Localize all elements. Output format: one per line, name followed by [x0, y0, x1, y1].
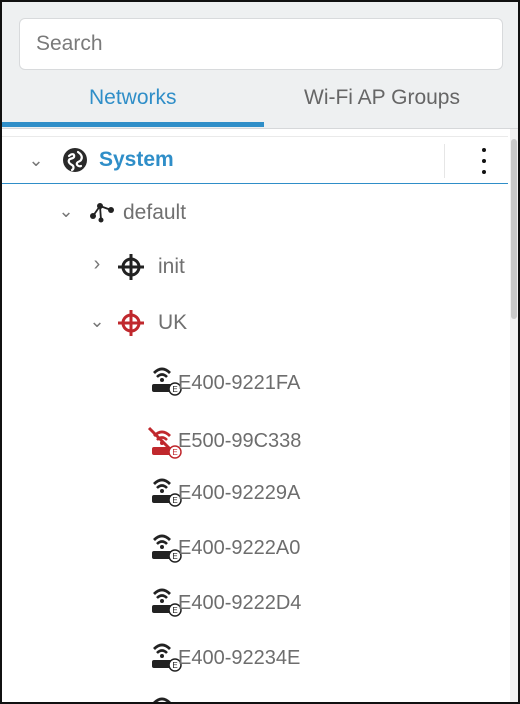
tree-label-default[interactable]: default: [123, 201, 186, 225]
chevron-right-icon[interactable]: ›: [88, 254, 106, 274]
device-label[interactable]: E400-9222A0: [178, 537, 300, 560]
chevron-down-icon[interactable]: ⌄: [57, 202, 75, 220]
tab-wifi-ap-groups[interactable]: Wi-Fi AP Groups: [304, 86, 460, 110]
svg-text:E: E: [172, 448, 177, 457]
device-label[interactable]: E500-99C338: [178, 430, 301, 453]
svg-text:E: E: [172, 385, 177, 394]
site-crosshair-icon: [118, 254, 144, 280]
tree-label-init[interactable]: init: [158, 255, 185, 279]
network-tree: ⌄ System ⌄ default › init ⌄ UK E E400-92…: [2, 129, 518, 702]
device-label[interactable]: E400-92229A: [178, 482, 300, 505]
network-icon: [90, 203, 114, 223]
svg-text:E: E: [172, 606, 177, 615]
active-tab-indicator: [2, 122, 264, 127]
chevron-down-icon[interactable]: ⌄: [88, 312, 106, 330]
device-label[interactable]: E400-9221FA: [178, 372, 300, 395]
device-label[interactable]: E400-92234E: [178, 647, 300, 670]
globe-icon: [63, 148, 87, 172]
panel-header: Networks Wi-Fi AP Groups: [2, 2, 518, 129]
tree-label-uk[interactable]: UK: [158, 311, 187, 335]
tree-node-system[interactable]: ⌄ System: [2, 136, 508, 184]
svg-text:E: E: [172, 661, 177, 670]
panel-frame: Networks Wi-Fi AP Groups ⌄ System ⌄: [0, 0, 520, 704]
svg-text:E: E: [172, 496, 177, 505]
svg-text:E: E: [172, 552, 177, 561]
device-label[interactable]: E400-9222D4: [178, 592, 301, 615]
row-divider: [444, 144, 445, 178]
site-crosshair-alert-icon: [118, 310, 144, 336]
chevron-down-icon[interactable]: ⌄: [27, 151, 45, 169]
tree-label-system[interactable]: System: [99, 148, 174, 172]
search-input[interactable]: [19, 18, 503, 70]
access-point-icon: [153, 697, 171, 702]
tree-scrollbar-thumb[interactable]: [511, 139, 517, 319]
more-menu-icon[interactable]: [479, 148, 489, 174]
tab-networks[interactable]: Networks: [89, 86, 177, 110]
tree-scrollbar[interactable]: [510, 129, 518, 702]
